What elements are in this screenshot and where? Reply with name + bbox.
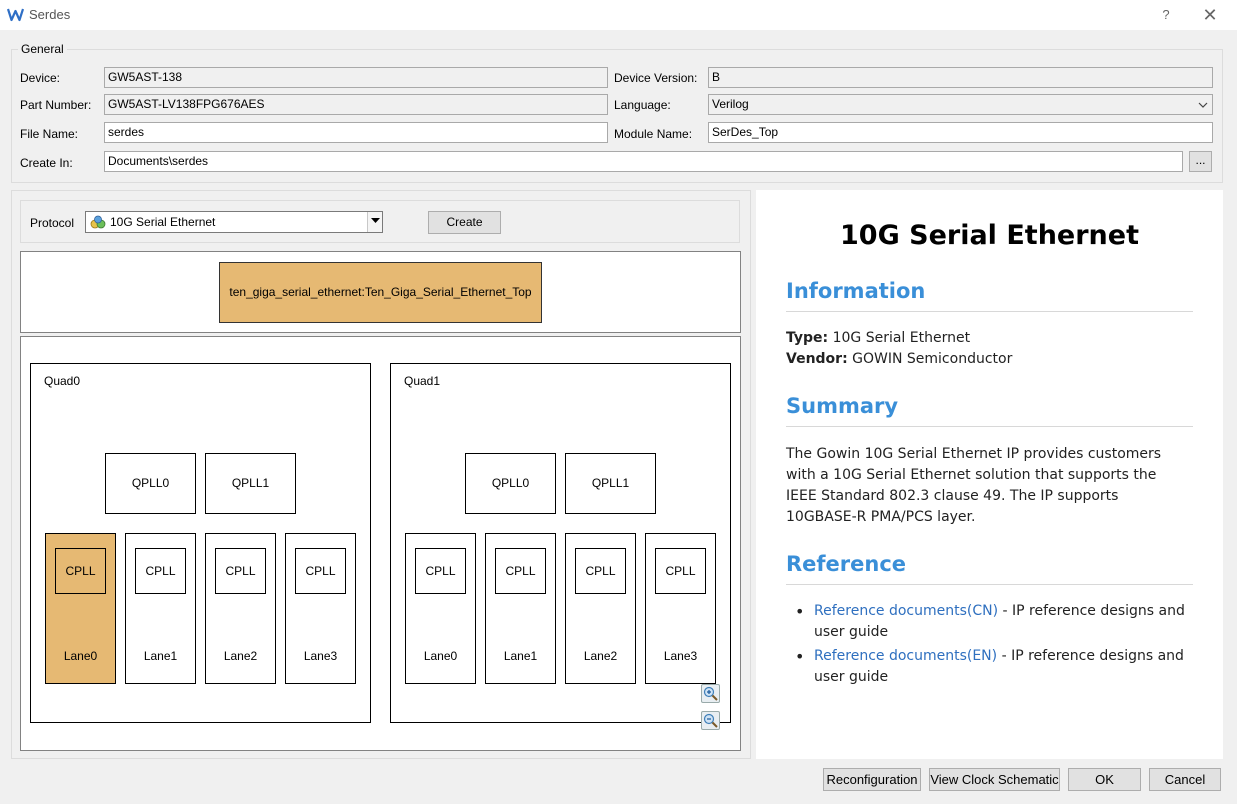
summary-line-2: with a 10G Serial Ethernet solution that… [786, 467, 1157, 483]
create-button[interactable]: Create [428, 211, 501, 234]
device-version-label: Device Version: [614, 71, 698, 85]
quad0-lane2-label: Lane2 [223, 649, 258, 663]
reference-en-desc-2: user guide [814, 669, 889, 685]
protocol-value: 10G Serial Ethernet [110, 215, 216, 229]
summary-divider [786, 426, 1193, 427]
reference-cn-desc: - IP reference designs and [998, 603, 1185, 619]
create-in-input[interactable]: Documents\serdes [104, 151, 1183, 172]
browse-button[interactable]: ... [1189, 151, 1212, 172]
quad1-lane3-label: Lane3 [663, 649, 698, 663]
quad0-lane0-cpll[interactable]: CPLL [55, 548, 106, 594]
quad1-lane1-label: Lane1 [503, 649, 538, 663]
general-group-title: General [18, 42, 67, 56]
quad1-qpll0[interactable]: QPLL0 [465, 453, 556, 514]
reference-cn-link[interactable]: Reference documents(CN) [814, 603, 998, 619]
cancel-button[interactable]: Cancel [1149, 768, 1221, 791]
module-name-label: Module Name: [614, 127, 693, 141]
protocol-dropdown-arrow[interactable] [367, 212, 382, 232]
quad1-lane3-cpll[interactable]: CPLL [655, 548, 706, 594]
summary-line-3: IEEE Standard 802.3 clause 49. The IP su… [786, 488, 1119, 504]
protocol-label: Protocol [30, 216, 75, 230]
reference-heading: Reference [786, 552, 907, 576]
type-label: Type: [786, 330, 829, 346]
zoom-out-button[interactable] [701, 711, 720, 730]
view-clock-schematic-button[interactable]: View Clock Schematic [929, 768, 1060, 791]
summary-line-4: 10GBASE-R PMA/PCS layer. [786, 509, 976, 525]
information-heading: Information [786, 279, 926, 303]
quad0-title: Quad0 [44, 374, 81, 388]
reference-cn-line: Reference documents(CN) - IP reference d… [814, 601, 1185, 622]
quad0-qpll0[interactable]: QPLL0 [105, 453, 196, 514]
module-name-input[interactable]: SerDes_Top [708, 122, 1213, 143]
top-module-block[interactable]: ten_giga_serial_ethernet:Ten_Giga_Serial… [219, 262, 542, 323]
quad0-lane3-label: Lane3 [303, 649, 338, 663]
quad0-lane1-label: Lane1 [143, 649, 178, 663]
quad0-lane0-label: Lane0 [63, 649, 98, 663]
window-title: Serdes [29, 7, 71, 22]
language-label: Language: [614, 98, 671, 112]
reference-en-desc: - IP reference designs and [997, 648, 1184, 664]
information-divider [786, 311, 1193, 312]
zoom-out-icon [703, 713, 718, 728]
part-number-label: Part Number: [20, 98, 92, 112]
type-value: 10G Serial Ethernet [832, 330, 971, 346]
summary-heading: Summary [786, 394, 899, 418]
vendor-label: Vendor: [786, 351, 848, 367]
quad0-qpll1[interactable]: QPLL1 [205, 453, 296, 514]
quad1-lane1-cpll[interactable]: CPLL [495, 548, 546, 594]
quad0-lane3-cpll[interactable]: CPLL [295, 548, 346, 594]
reference-divider [786, 584, 1193, 585]
reconfiguration-button[interactable]: Reconfiguration [823, 768, 921, 791]
quad1-lane0-cpll[interactable]: CPLL [415, 548, 466, 594]
device-version-field: B [708, 67, 1213, 88]
quad1-lane0-label: Lane0 [423, 649, 458, 663]
quad0-lane1-cpll[interactable]: CPLL [135, 548, 186, 594]
part-number-field: GW5AST-LV138FPG676AES [104, 94, 608, 115]
file-name-input[interactable]: serdes [104, 122, 608, 143]
triangle-down-icon [370, 218, 380, 223]
bullet-icon: • [795, 647, 805, 666]
language-select[interactable]: Verilog [708, 94, 1213, 115]
quad0-lane2-cpll[interactable]: CPLL [215, 548, 266, 594]
reference-cn-desc-2: user guide [814, 624, 889, 640]
zoom-in-button[interactable] [701, 684, 720, 703]
quad1-lane2-cpll[interactable]: CPLL [575, 548, 626, 594]
create-in-label: Create In: [20, 156, 73, 170]
reference-en-line: Reference documents(EN) - IP reference d… [814, 646, 1184, 667]
type-line: Type: 10G Serial Ethernet [786, 328, 970, 349]
chevron-down-icon [1198, 102, 1208, 108]
help-button[interactable]: ? [1158, 5, 1174, 25]
ip-title: 10G Serial Ethernet [840, 220, 1139, 251]
quad1-lane2-label: Lane2 [583, 649, 618, 663]
language-value: Verilog [712, 97, 749, 111]
close-button[interactable]: ✕ [1200, 5, 1220, 25]
protocol-select[interactable]: 10G Serial Ethernet [85, 211, 383, 233]
ok-button[interactable]: OK [1068, 768, 1141, 791]
quad1-title: Quad1 [404, 374, 441, 388]
vendor-line: Vendor: GOWIN Semiconductor [786, 349, 1012, 370]
gowin-logo-icon [7, 8, 24, 22]
protocol-ip-icon [90, 215, 106, 229]
summary-line-1: The Gowin 10G Serial Ethernet IP provide… [786, 446, 1162, 462]
device-label: Device: [20, 71, 61, 85]
quad1-qpll1[interactable]: QPLL1 [565, 453, 656, 514]
file-name-label: File Name: [20, 127, 79, 141]
vendor-value: GOWIN Semiconductor [852, 351, 1013, 367]
title-bar [0, 0, 1237, 30]
zoom-in-icon [703, 686, 718, 701]
device-field: GW5AST-138 [104, 67, 608, 88]
reference-en-link[interactable]: Reference documents(EN) [814, 648, 997, 664]
bullet-icon: • [795, 602, 805, 621]
